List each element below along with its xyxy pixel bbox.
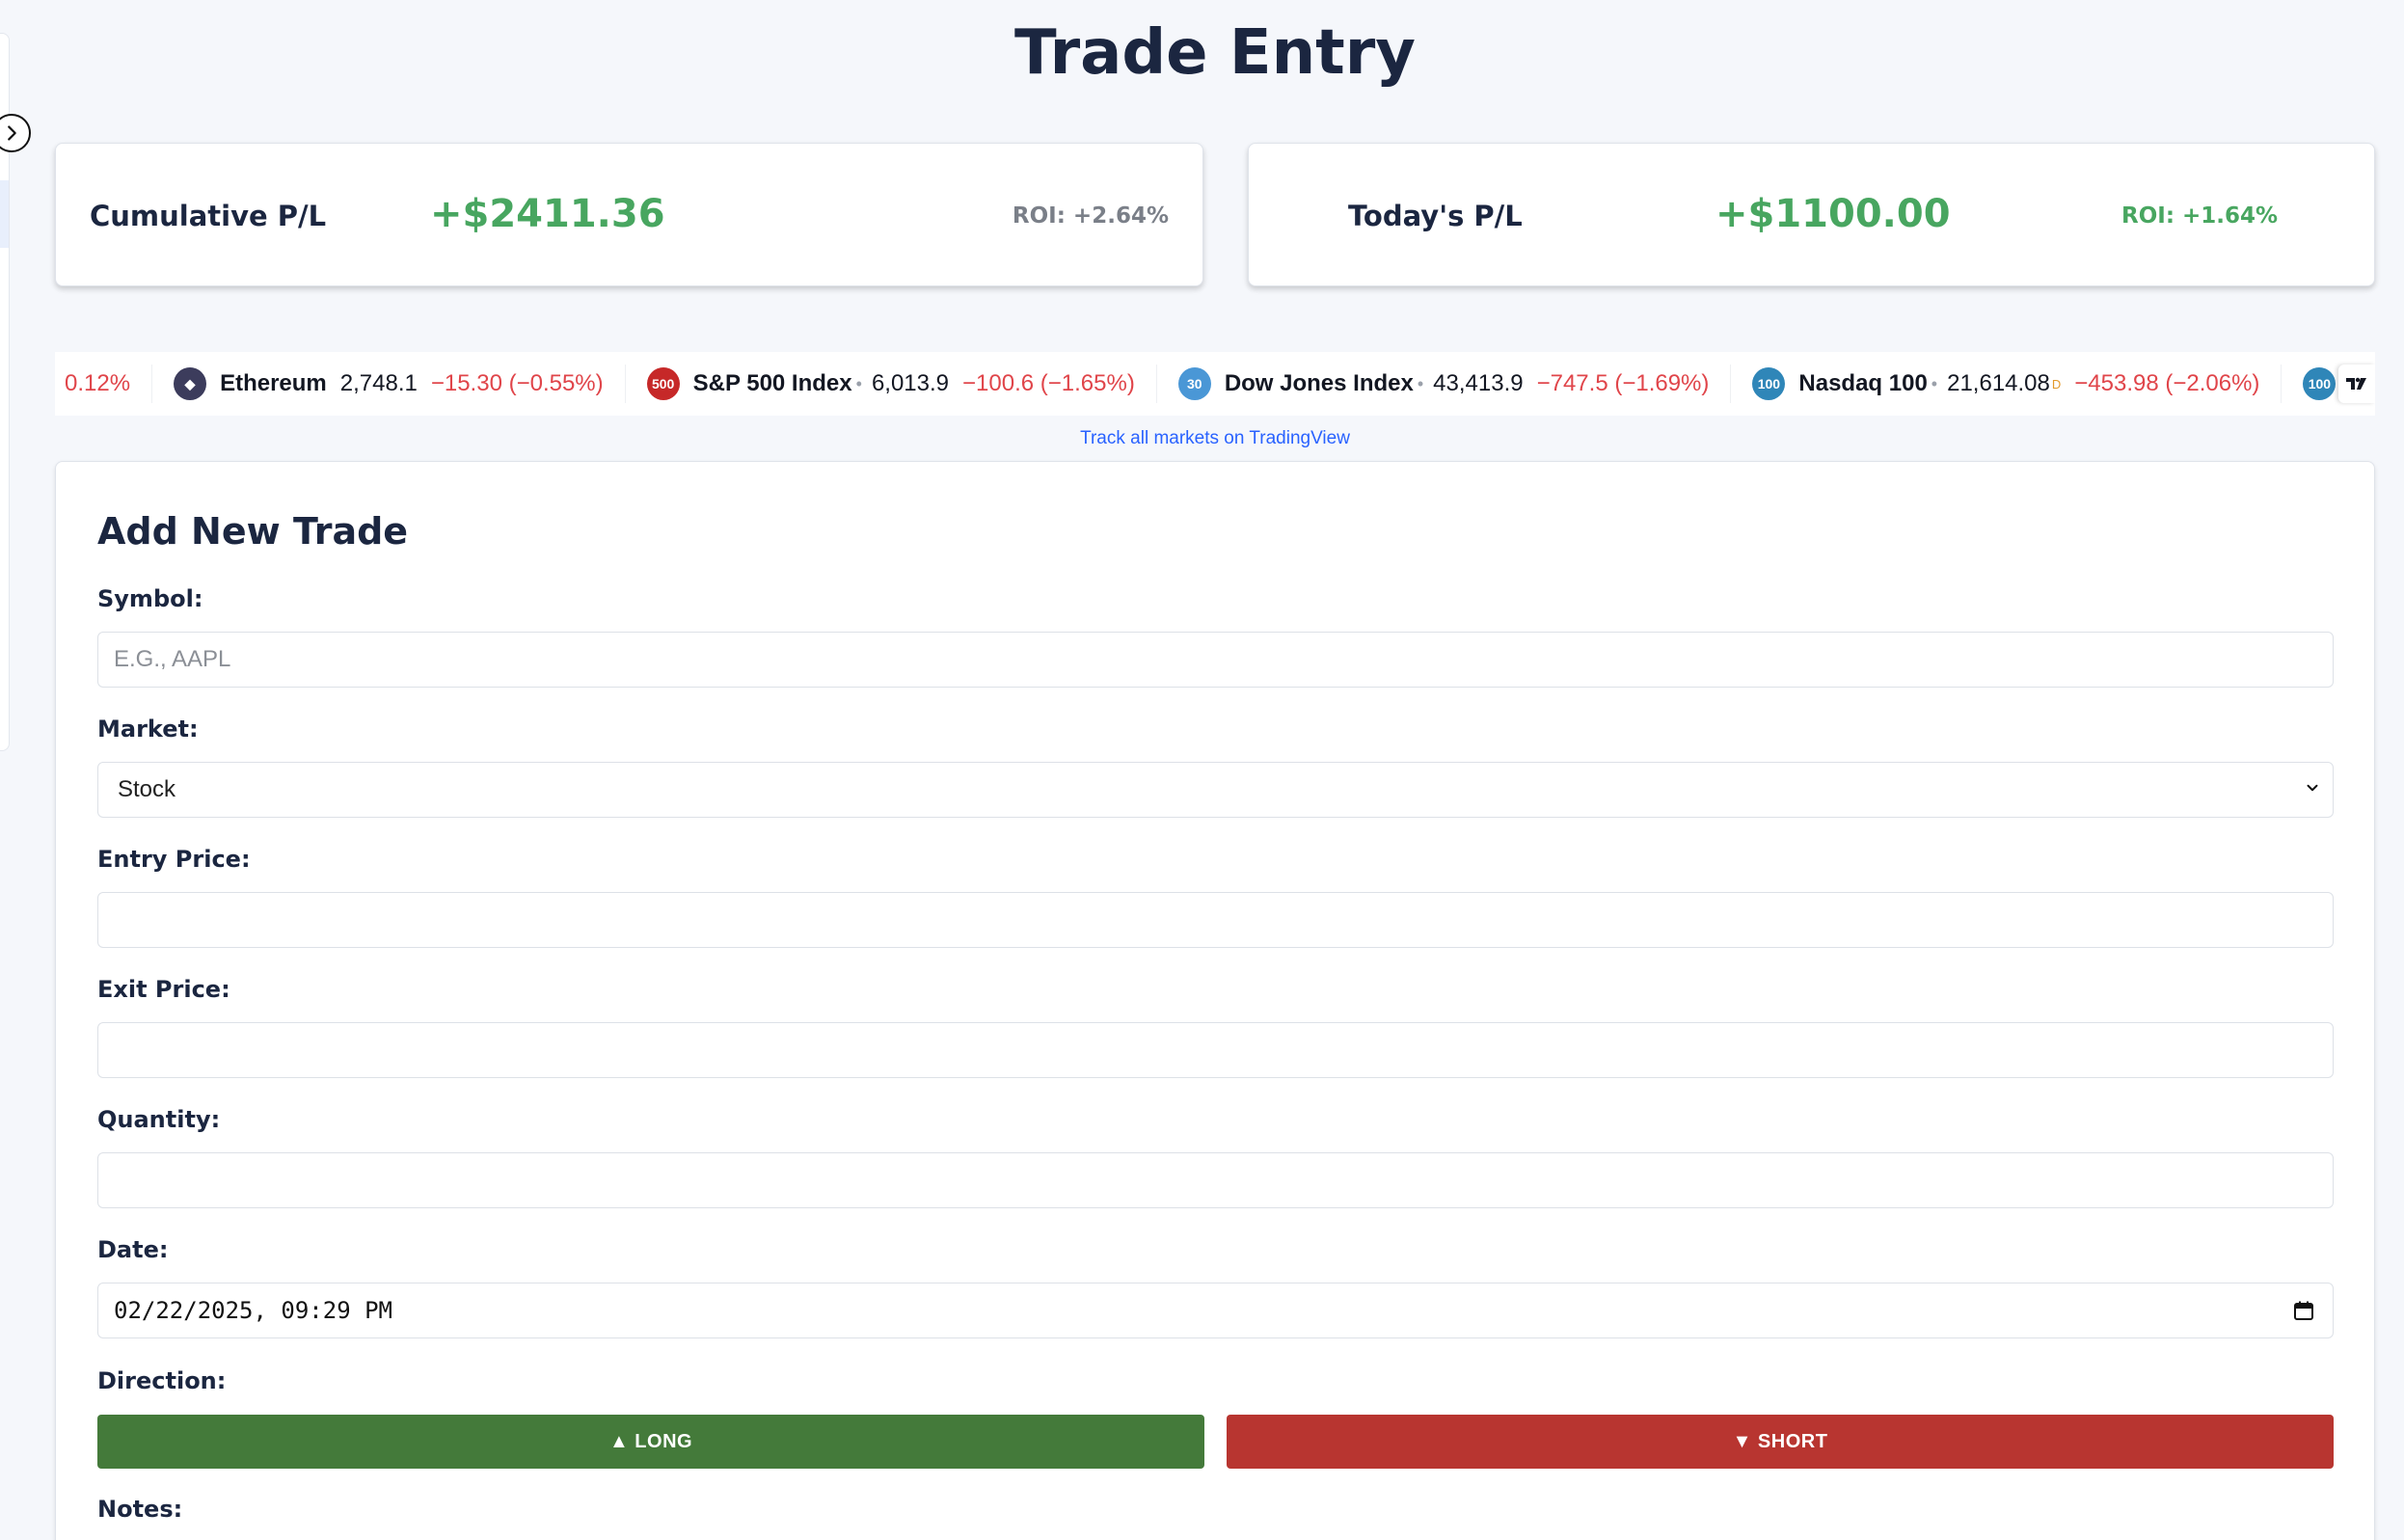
ticker-symbol-name: Ethereum: [220, 370, 327, 396]
ticker-symbol-name: Nasdaq 100: [1798, 370, 1928, 396]
ticker-symbol-name: S&P 500 Index: [692, 370, 852, 396]
exit-price-label: Exit Price:: [97, 976, 230, 1003]
cumulative-pl-card: Cumulative P/L +$2411.36 ROI: +2.64%: [55, 143, 1203, 286]
add-trade-form: Add New Trade Symbol: E.G., AAPL Market:…: [55, 461, 2375, 1540]
today-pl-label: Today's P/L: [1348, 200, 1523, 232]
ticker-logo-icon: 500: [646, 367, 680, 400]
tradingview-link[interactable]: Track all markets on TradingView: [0, 428, 2404, 449]
ticker-price: 6,013.9: [871, 370, 950, 396]
entry-price-input[interactable]: [97, 892, 2334, 948]
ticker-symbol-name: Dow Jones Index: [1224, 370, 1414, 396]
short-button[interactable]: ▼ SHORT: [1227, 1415, 2334, 1469]
ticker-change: −747.5 (−1.69%): [1536, 370, 1710, 396]
ticker-item[interactable]: 500 S&P 500 Index • 6,013.9 −100.6 (−1.65%): [626, 365, 1157, 403]
quantity-label: Quantity:: [97, 1106, 221, 1133]
today-pl-card: Today's P/L +$1100.00 ROI: +1.64%: [1248, 143, 2375, 286]
ticker-change: 0.12%: [65, 370, 131, 396]
long-button[interactable]: ▲ LONG: [97, 1415, 1204, 1469]
symbol-label: Symbol:: [97, 585, 203, 612]
ticker-price: 43,413.9: [1433, 370, 1524, 396]
market-select-value: Stock: [118, 776, 176, 802]
direction-label: Direction:: [97, 1367, 227, 1394]
date-input[interactable]: 02/22/2025, 09:29 PM: [97, 1283, 2334, 1338]
ticker-price: 2,748.1: [339, 370, 418, 396]
entry-price-label: Entry Price:: [97, 846, 251, 873]
quantity-input[interactable]: [97, 1152, 2334, 1208]
market-status-dot: •: [1417, 373, 1424, 393]
cumulative-pl-value: +$2411.36: [430, 192, 665, 236]
ticker-price: 21,614.08: [1947, 370, 2050, 396]
ticker-logo-icon: 30: [1177, 367, 1211, 400]
ticker-logo-icon: ◆: [174, 367, 207, 400]
chevron-down-icon: [2307, 784, 2318, 792]
ticker-logo-icon: 100: [2303, 367, 2336, 400]
calendar-icon[interactable]: [2292, 1299, 2315, 1322]
date-input-value: 02/22/2025, 09:29 PM: [114, 1297, 392, 1324]
symbol-input[interactable]: E.G., AAPL: [97, 632, 2334, 688]
chevron-right-icon: [8, 125, 16, 141]
exit-price-input[interactable]: [97, 1022, 2334, 1078]
ticker-item[interactable]: 0.12%: [55, 365, 153, 403]
page-title: Trade Entry: [1013, 17, 1417, 89]
today-pl-value: +$1100.00: [1715, 192, 1951, 236]
today-roi: ROI: +1.64%: [2121, 203, 2279, 229]
sidebar-toggle-button[interactable]: [0, 114, 31, 152]
ticker-item[interactable]: 100 Nasdaq 100 • 21,614.08 D −453.98 (−2.06%): [1731, 365, 2282, 403]
market-status-dot: •: [855, 373, 862, 393]
form-title: Add New Trade: [97, 510, 409, 553]
delayed-data-marker: D: [2051, 376, 2062, 392]
market-status-dot: •: [1931, 373, 1938, 393]
ticker-item[interactable]: ◆ Ethereum 2,748.1 −15.30 (−0.55%): [152, 365, 626, 403]
ticker-change: −100.6 (−1.65%): [962, 370, 1135, 396]
date-label: Date:: [97, 1236, 169, 1263]
ticker-logo-icon: 100: [1752, 367, 1786, 400]
cumulative-pl-label: Cumulative P/L: [90, 200, 327, 232]
market-label: Market:: [97, 716, 199, 743]
sidebar-active-item[interactable]: [0, 180, 9, 248]
ticker-item[interactable]: 30 Dow Jones Index • 43,413.9 −747.5 (−1.69%…: [1157, 365, 1732, 403]
cumulative-roi: ROI: +2.64%: [1012, 203, 1169, 229]
market-select[interactable]: Stock: [97, 762, 2334, 818]
tradingview-logo-icon[interactable]: [2338, 365, 2375, 403]
notes-label: Notes:: [97, 1496, 183, 1523]
ticker-change: −15.30 (−0.55%): [430, 370, 604, 396]
ticker-change: −453.98 (−2.06%): [2074, 370, 2260, 396]
market-ticker[interactable]: 0.12% ◆ Ethereum 2,748.1 −15.30 (−0.55%) 500 S…: [55, 352, 2375, 416]
